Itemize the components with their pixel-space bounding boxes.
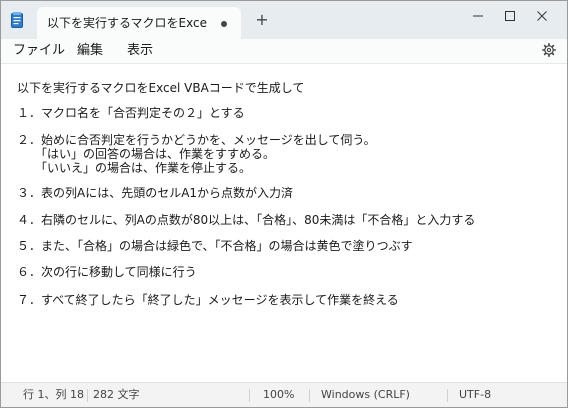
close-button[interactable] — [527, 5, 557, 27]
status-divider — [309, 389, 310, 402]
menu-file[interactable]: ファイル — [13, 42, 65, 60]
editor-line: ３．表の列Aには、先頭のセルA1から点数が入力済 — [17, 186, 294, 200]
editor-line: ４．右隣のセルに、列Aの点数が80以上は、「合格」、80未満は「不合格」と入力す… — [17, 213, 476, 227]
menu-bar: ファイル 編集 表示 — [1, 39, 567, 63]
editor-line: 「いいえ」の場合は、作業を停止する。 — [17, 161, 252, 175]
menu-view[interactable]: 表示 — [127, 42, 153, 60]
status-divider — [447, 389, 448, 402]
character-count: 282 文字 — [93, 388, 140, 401]
menu-edit[interactable]: 編集 — [77, 42, 103, 60]
notepad-app-icon — [11, 12, 23, 28]
text-editor-area[interactable]: 以下を実行するマクロをExcel VBAコードで生成して １．マクロ名を「合否判… — [1, 63, 567, 382]
tab-title: 以下を実行するマクロをExcel VBA — [47, 16, 207, 30]
editor-line: １．マクロ名を「合否判定その２」とする — [17, 106, 245, 120]
editor-line: 以下を実行するマクロをExcel VBAコードで生成して — [17, 81, 305, 95]
close-icon — [537, 11, 547, 21]
maximize-icon — [505, 11, 515, 21]
minimize-button[interactable] — [463, 5, 493, 27]
cursor-position[interactable]: 行 1、列 18 — [23, 388, 84, 402]
maximize-button[interactable] — [495, 5, 525, 27]
status-bar: 行 1、列 18 282 文字 100% Windows (CRLF) UTF-… — [1, 382, 567, 407]
line-ending[interactable]: Windows (CRLF) — [321, 388, 410, 402]
gear-icon[interactable] — [542, 43, 556, 57]
notepad-window: 以下を実行するマクロをExcel VBA + ファイル 編集 表示 — [0, 0, 568, 408]
editor-line: ５．また、「合格」の場合は緑色で、「不合格」の場合は黄色で塗りつぶす — [17, 239, 413, 253]
new-tab-button[interactable]: + — [253, 11, 271, 29]
editor-line: ７．すべて終了したら「終了した」メッセージを表示して作業を終える — [17, 293, 399, 307]
document-tab[interactable]: 以下を実行するマクロをExcel VBA — [37, 7, 241, 39]
minimize-icon — [473, 15, 483, 17]
zoom-level[interactable]: 100% — [263, 388, 294, 402]
status-divider — [87, 389, 88, 402]
status-divider — [249, 389, 250, 402]
unsaved-dot-icon — [221, 21, 227, 27]
title-bar: 以下を実行するマクロをExcel VBA + — [1, 1, 567, 39]
encoding[interactable]: UTF-8 — [459, 388, 491, 402]
editor-line: ６．次の行に移動して同様に行う — [17, 265, 197, 279]
